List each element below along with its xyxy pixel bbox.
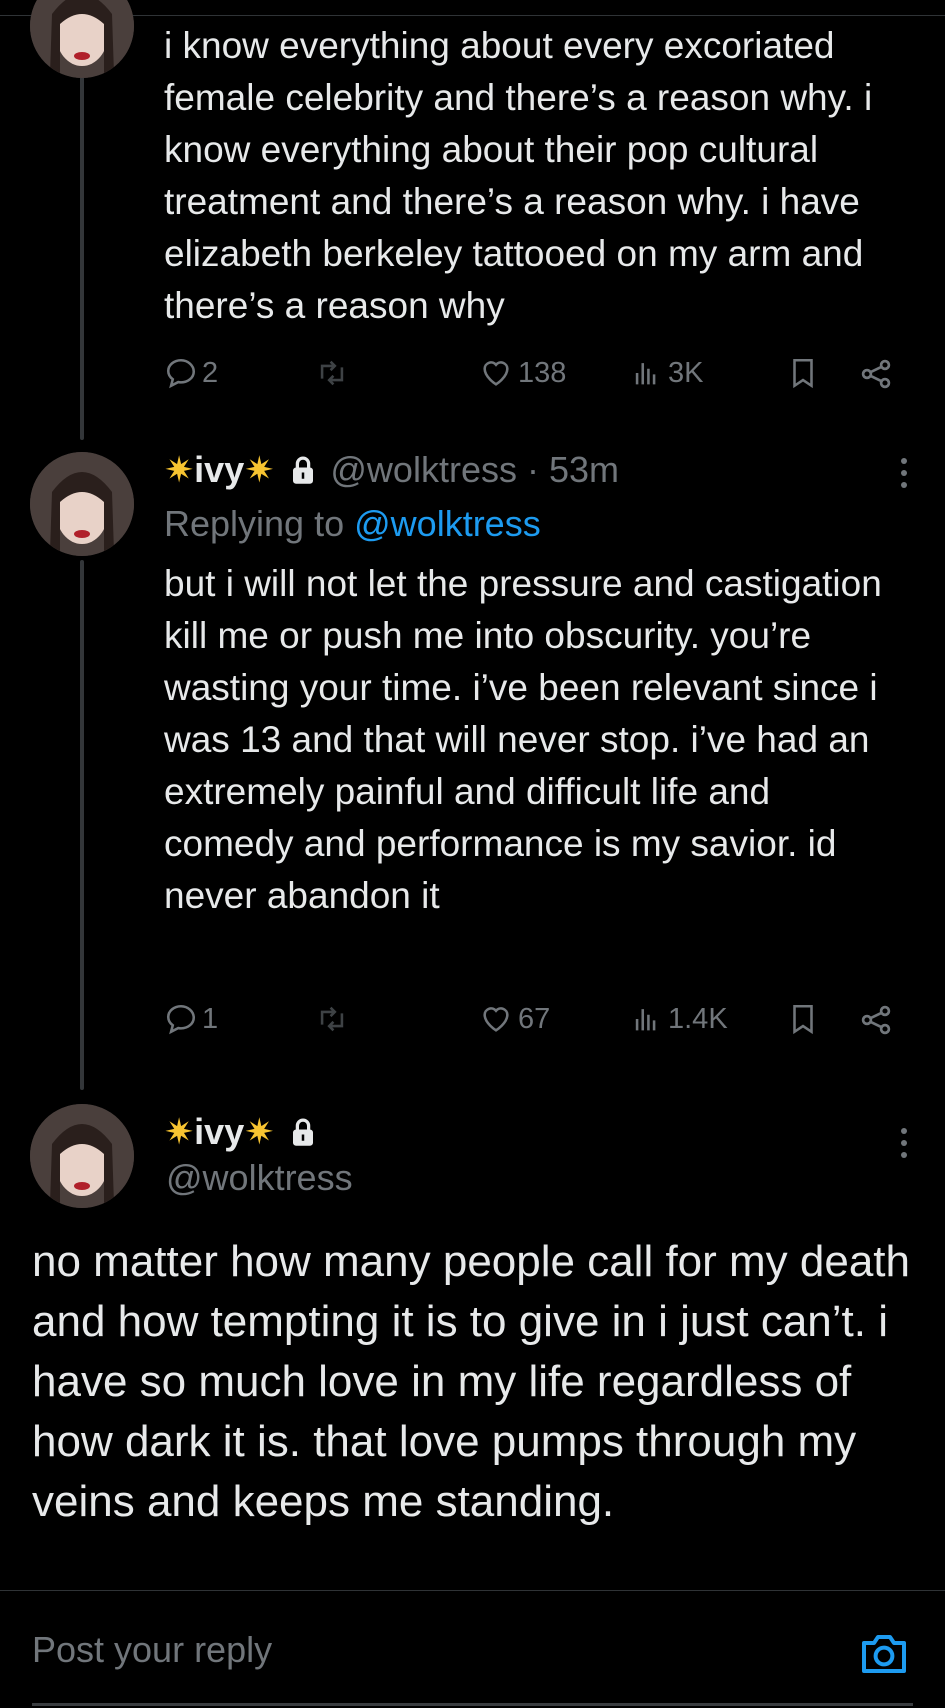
sparkle-emoji: ✷ xyxy=(244,449,275,490)
like-button[interactable]: 67 xyxy=(478,1002,550,1036)
display-name-text: ivy xyxy=(194,1111,245,1152)
views-button[interactable]: 1.4K xyxy=(630,1002,728,1036)
bookmark-icon xyxy=(786,1002,820,1036)
avatar[interactable] xyxy=(30,452,134,556)
avatar[interactable] xyxy=(30,1104,134,1208)
like-button[interactable]: 138 xyxy=(478,356,566,390)
share-icon xyxy=(858,1002,894,1038)
repost-button[interactable] xyxy=(314,1002,350,1036)
repost-icon xyxy=(314,356,350,390)
display-name-text: ivy xyxy=(194,449,245,490)
more-icon[interactable] xyxy=(901,458,907,488)
like-count: 138 xyxy=(518,356,567,389)
bookmark-button[interactable] xyxy=(786,1002,820,1036)
sparkle-emoji: ✷ xyxy=(164,1111,195,1152)
repost-icon xyxy=(314,1002,350,1036)
like-icon xyxy=(478,1002,514,1036)
display-name[interactable]: ✷ ivy ✷ xyxy=(164,1111,274,1153)
sparkle-emoji: ✷ xyxy=(164,449,195,490)
tweet-text: but i will not let the pressure and cast… xyxy=(164,563,882,916)
reply-button[interactable]: 1 xyxy=(164,1002,218,1036)
home-indicator xyxy=(32,1703,913,1706)
bookmark-button[interactable] xyxy=(786,356,820,390)
sparkle-emoji: ✷ xyxy=(244,1111,275,1152)
lock-icon xyxy=(290,1117,316,1147)
views-button[interactable]: 3K xyxy=(630,356,703,390)
handle-time[interactable]: @wolktress · 53m xyxy=(330,449,619,491)
camera-icon[interactable] xyxy=(858,1631,910,1680)
views-count: 1.4K xyxy=(668,1002,728,1035)
reply-composer[interactable]: Post your reply xyxy=(0,1590,945,1708)
display-name[interactable]: ✷ ivy ✷ xyxy=(164,449,274,491)
like-count: 67 xyxy=(518,1002,551,1035)
main-tweet-handle-row: @wolktress xyxy=(166,1152,353,1204)
thread-line xyxy=(80,560,84,1090)
reply-input[interactable]: Post your reply xyxy=(32,1629,272,1671)
views-icon xyxy=(630,1002,664,1036)
views-count: 3K xyxy=(668,356,704,389)
replying-to: Replying to @wolktress xyxy=(164,498,541,550)
views-icon xyxy=(630,356,664,390)
reply-icon xyxy=(164,1002,198,1036)
share-icon xyxy=(858,356,894,392)
replying-to-link[interactable]: @wolktress xyxy=(354,503,541,544)
reply-button[interactable]: 2 xyxy=(164,356,218,390)
bookmark-icon xyxy=(786,356,820,390)
reply-count: 1 xyxy=(202,1002,219,1035)
top-divider xyxy=(0,0,945,16)
lock-icon xyxy=(290,455,316,485)
main-tweet-text: no matter how many people call for my de… xyxy=(32,1237,911,1526)
main-tweet-header: ✷ ivy ✷ xyxy=(164,1106,316,1158)
share-button[interactable] xyxy=(858,356,894,392)
like-icon xyxy=(478,356,514,390)
tweet-text: i know everything about every excoriated… xyxy=(164,25,873,326)
avatar[interactable] xyxy=(30,0,134,78)
thread-line xyxy=(80,70,84,440)
tweet-actions: 2 138 3K xyxy=(164,356,904,400)
handle[interactable]: @wolktress xyxy=(166,1157,353,1199)
repost-button[interactable] xyxy=(314,356,350,390)
share-button[interactable] xyxy=(858,1002,894,1038)
tweet-actions: 1 67 1.4K xyxy=(164,1002,904,1046)
tweet-header: ✷ ivy ✷ @wolktress · 53m xyxy=(164,444,619,496)
reply-count: 2 xyxy=(202,356,219,389)
reply-icon xyxy=(164,356,198,390)
more-icon[interactable] xyxy=(901,1128,907,1158)
replying-prefix: Replying to xyxy=(164,503,345,544)
